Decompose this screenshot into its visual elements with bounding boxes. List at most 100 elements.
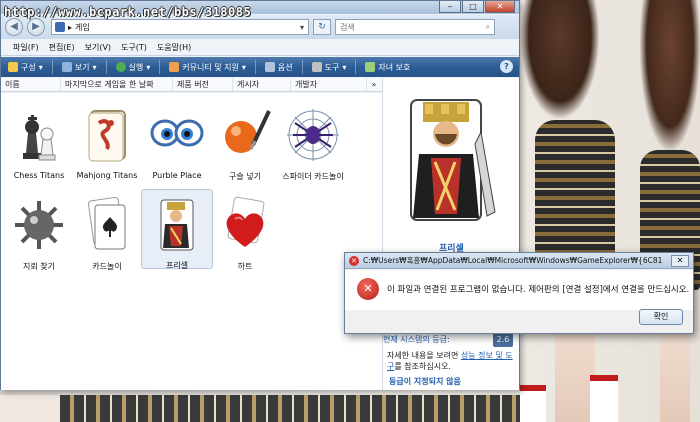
game-purble-place[interactable]: Purble Place (141, 101, 213, 180)
game-freecell[interactable]: 프리셀 (141, 189, 213, 270)
game-label: Chess Titans (13, 171, 65, 180)
game-hearts[interactable]: 하트 (209, 191, 281, 272)
search-input[interactable] (340, 22, 470, 32)
games-folder-icon (55, 22, 65, 32)
description-prefix: 자세한 내용을 보려면 (387, 351, 461, 360)
menu-file[interactable]: 파일(F) (13, 42, 39, 53)
freecell-preview-icon (395, 92, 505, 232)
dialog-title: C:₩Users₩혹흥₩AppData₩Local₩Microsoft₩Wind… (363, 256, 663, 265)
game-label: Mahjong Titans (76, 171, 138, 180)
search-box[interactable]: ⌕ (335, 19, 495, 35)
menu-help[interactable]: 도움말(H) (157, 42, 191, 53)
mahjong-icon (77, 105, 137, 165)
preview-pane: 프리셀 2.6 현재 시스템의 등급: 자세한 내용을 보려면 성능 정보 및 … (382, 78, 519, 390)
system-rating-badge: 2.6 (493, 333, 513, 347)
breadcrumb-separator-icon: ▸ (68, 22, 73, 32)
address-text: 게임 (75, 22, 90, 32)
chess-icon (9, 105, 69, 165)
minimize-button[interactable]: ‒ (439, 1, 461, 13)
organize-icon (8, 62, 18, 72)
community-label: 커뮤니티 및 지원 (182, 62, 239, 72)
menu-tools[interactable]: 도구(T) (121, 42, 147, 53)
menu-edit[interactable]: 편집(E) (49, 42, 75, 53)
address-dropdown-icon[interactable]: ▾ (296, 23, 308, 32)
dialog-body: ✕ 이 파일과 연결된 프로그램이 없습니다. 제어판의 [연결 설정]에서 연… (345, 270, 693, 310)
game-label: 구슬 넣기 (229, 172, 261, 181)
toolbar-divider (105, 60, 107, 74)
dialog-close-button[interactable]: ✕ (671, 255, 689, 267)
error-title-icon: ✕ (349, 255, 359, 266)
games-list: Chess Titans Mahjong Titans Purble Place… (1, 93, 382, 390)
toolbar-divider (254, 60, 256, 74)
tools-icon (311, 62, 322, 72)
organize-label: 구성 (21, 62, 36, 72)
community-button[interactable]: 커뮤니티 및 지원 ▾ (166, 62, 249, 73)
wallpaper-figure-sock (590, 375, 618, 422)
refresh-button[interactable]: ↻ (313, 19, 331, 35)
menu-bar: 파일(F) 편집(E) 보기(V) 도구(T) 도움말(H) (1, 39, 519, 56)
forward-arrow-icon: ▶ (32, 21, 40, 32)
menu-view[interactable]: 보기(V) (85, 42, 111, 53)
description-suffix: 를 참조하십시오. (394, 362, 451, 371)
game-ink-ball[interactable]: 구슬 넣기 (209, 101, 281, 182)
help-button[interactable]: ? (500, 60, 513, 73)
organize-button[interactable]: 구성 ▾ (5, 62, 46, 73)
column-product-version[interactable]: 제품 버전 (173, 78, 233, 91)
dialog-titlebar[interactable]: ✕ C:₩Users₩혹흥₩AppData₩Local₩Microsoft₩Wi… (345, 253, 693, 269)
game-chess-titans[interactable]: Chess Titans (3, 101, 75, 180)
column-headers: 이름 마지막으로 게임을 한 날짜 제품 버전 게시자 개발자 » (1, 78, 382, 92)
address-bar[interactable]: ▸ 게임 ▾ (51, 19, 309, 35)
watermark-url: http://www.bcpark.net/bbs/318085 (4, 5, 252, 19)
game-label: 카드놀이 (92, 262, 122, 271)
column-developer[interactable]: 개발자 (291, 78, 367, 91)
wallpaper-bottom-pattern (60, 395, 520, 422)
options-icon (264, 62, 275, 72)
game-solitaire[interactable]: 카드놀이 (71, 191, 143, 272)
tools-button[interactable]: 도구 ▾ (309, 62, 350, 73)
game-label: Purble Place (152, 171, 202, 180)
command-toolbar: 구성 ▾ 보기 ▾ 실행 ▾ 커뮤니티 및 지원 ▾ 옵션 도구 ▾ 자녀 보호… (1, 57, 519, 77)
purble-icon (147, 105, 207, 165)
ink-ball-icon (215, 105, 275, 165)
column-name[interactable]: 이름 (1, 78, 61, 91)
wallpaper-figure-hair (520, 0, 600, 120)
window-controls: ‒ □ ✕ (439, 1, 515, 13)
column-last-played[interactable]: 마지막으로 게임을 한 날짜 (61, 78, 173, 91)
game-mahjong-titans[interactable]: Mahjong Titans (71, 101, 143, 180)
wallpaper-figure-dress (535, 120, 615, 260)
options-button[interactable]: 옵션 (262, 62, 296, 73)
game-spider-solitaire[interactable]: 스파이더 카드놀이 (277, 101, 349, 182)
refresh-icon: ↻ (318, 22, 326, 32)
parental-icon (365, 62, 376, 72)
toolbar-divider (51, 60, 53, 74)
maximize-button[interactable]: □ (462, 1, 484, 13)
parental-controls-button[interactable]: 자녀 보호 (362, 62, 413, 73)
game-minesweeper[interactable]: 지뢰 찾기 (3, 191, 75, 272)
views-button[interactable]: 보기 ▾ (59, 62, 100, 73)
forward-button[interactable]: ▶ (27, 18, 45, 36)
toolbar-divider (301, 60, 303, 74)
solitaire-icon (77, 195, 137, 255)
system-rating-label: 현재 시스템의 등급: (383, 335, 450, 344)
ok-button[interactable]: 확인 (639, 309, 683, 325)
hearts-icon (215, 195, 275, 255)
search-icon[interactable]: ⌕ (486, 22, 490, 32)
help-icon: ? (504, 62, 509, 71)
wallpaper-figure-legs (660, 330, 690, 422)
more-columns-button[interactable]: » (367, 78, 381, 91)
freecell-icon (147, 194, 207, 254)
play-icon (115, 62, 126, 72)
views-icon (61, 62, 72, 72)
views-label: 보기 (74, 62, 90, 72)
play-button[interactable]: 실행 ▾ (113, 62, 154, 73)
play-label: 실행 (128, 62, 144, 72)
spider-icon (283, 105, 343, 165)
unrated-label: 등급이 지정되지 않음 (389, 377, 461, 386)
community-icon (169, 62, 180, 72)
back-button[interactable]: ◀ (5, 18, 23, 36)
parental-label: 자녀 보호 (378, 62, 411, 72)
column-publisher[interactable]: 게시자 (233, 78, 291, 91)
close-button[interactable]: ✕ (485, 1, 515, 13)
preview-description: 자세한 내용을 보려면 성능 정보 및 도구를 참조하십시오. (387, 350, 517, 372)
wallpaper-figure-sock (520, 385, 546, 422)
